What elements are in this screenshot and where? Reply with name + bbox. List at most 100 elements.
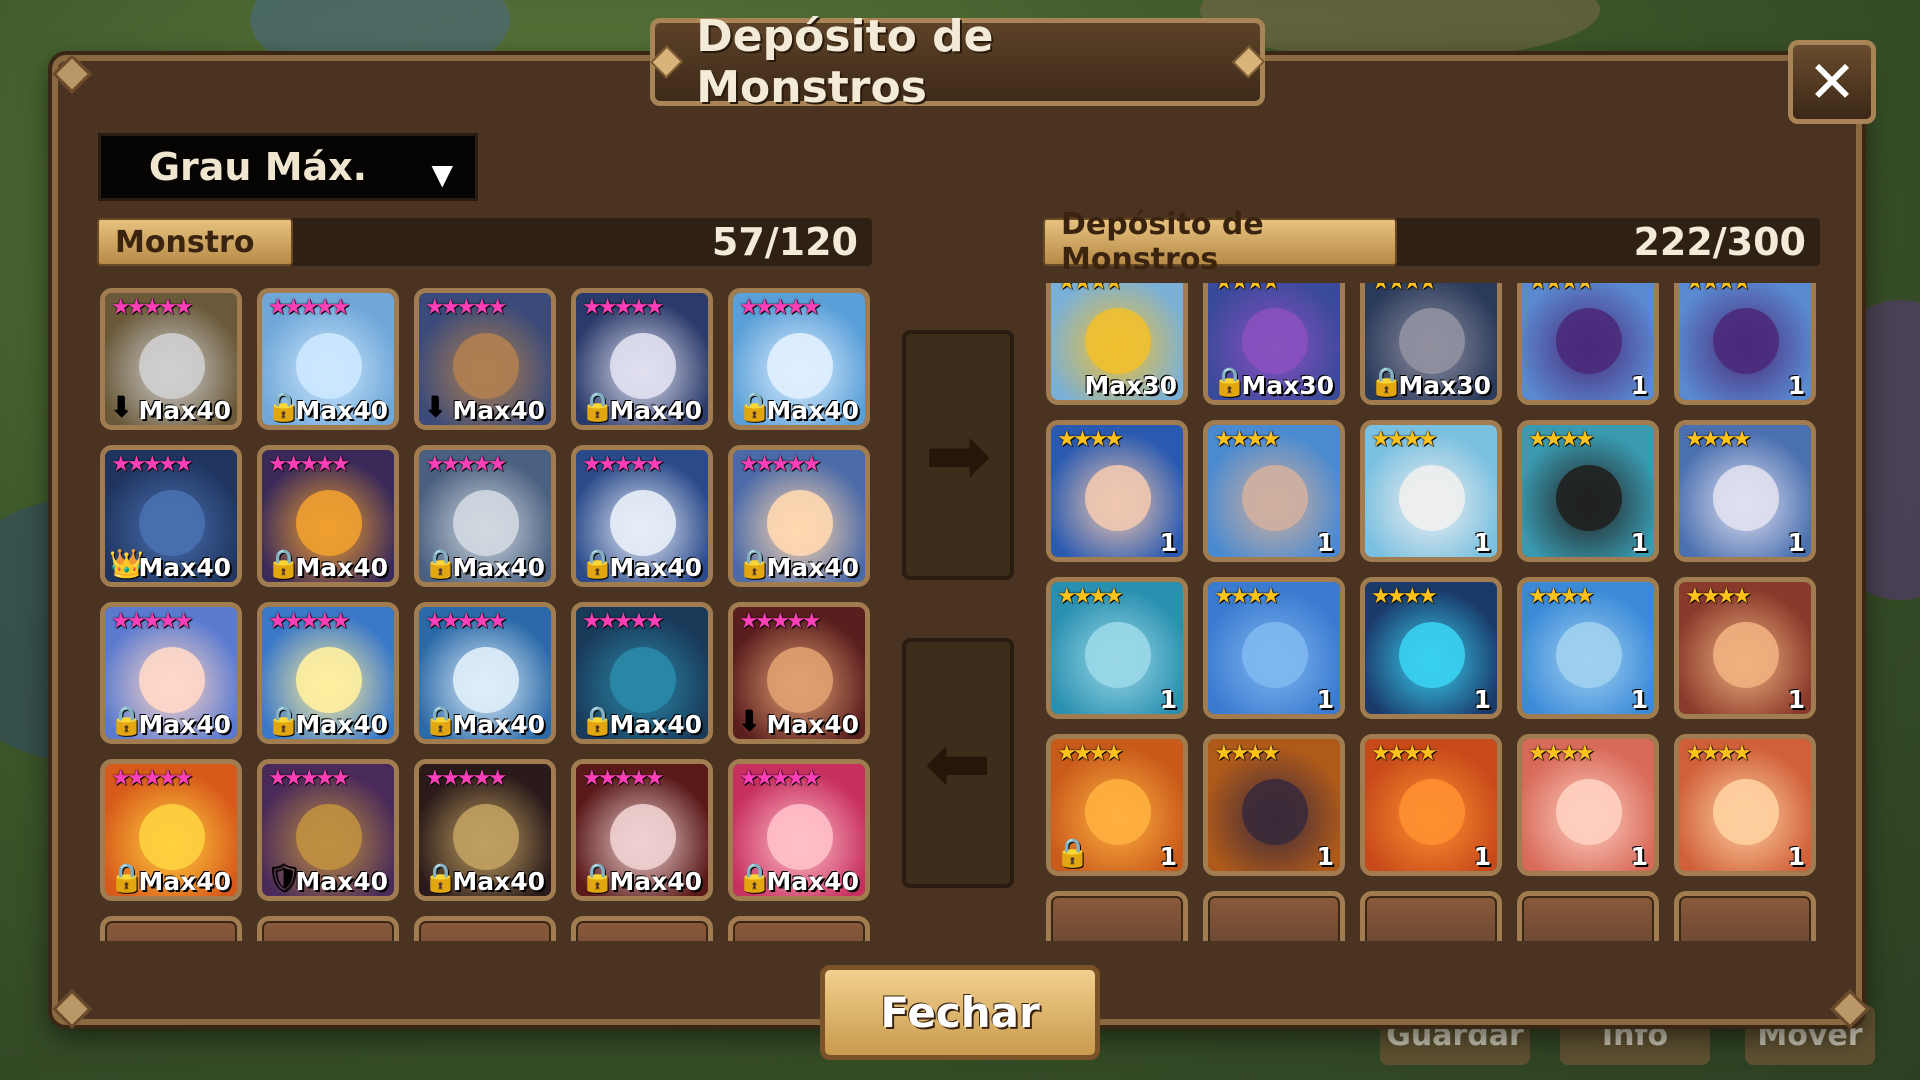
monster-card[interactable]: ★★★★★ 🔒 Max40 bbox=[414, 445, 556, 587]
monster-card[interactable]: ★★★★ 1 bbox=[1517, 420, 1659, 562]
monster-card[interactable]: ★★★★ 1 bbox=[1674, 577, 1816, 719]
star-rating: ★★★★ bbox=[1685, 283, 1752, 295]
monster-card[interactable]: ★★★★ 1 bbox=[1517, 283, 1659, 405]
monster-card[interactable]: ★★★★★ 🔒 Max40 bbox=[257, 288, 399, 430]
monster-tab[interactable]: Monstro bbox=[97, 218, 293, 266]
fechar-label: Fechar bbox=[880, 988, 1040, 1037]
level-label: 1 bbox=[1473, 685, 1491, 714]
monster-figure bbox=[1085, 308, 1151, 374]
monster-card[interactable]: ★★★★ Max30 bbox=[1046, 283, 1188, 405]
star-rating: ★★★★ bbox=[1214, 427, 1281, 452]
monster-figure bbox=[767, 804, 833, 870]
monster-card-partial[interactable] bbox=[414, 916, 556, 941]
grade-filter-dropdown[interactable]: Grau Máx. ▼ bbox=[98, 133, 478, 201]
monster-card[interactable]: ★★★★★ ⬇ Max40 bbox=[414, 288, 556, 430]
monster-card[interactable]: ★★★★ 1 bbox=[1203, 577, 1345, 719]
monster-card[interactable]: ★★★★★ 👑 Max40 bbox=[100, 445, 242, 587]
monster-card[interactable]: ★★★★★ 🔒 Max40 bbox=[728, 445, 870, 587]
monster-card[interactable]: ★★★★★ 🔒 Max40 bbox=[571, 602, 713, 744]
level-label: Max40 bbox=[295, 396, 388, 425]
star-rating: ★★★★★ bbox=[111, 609, 194, 634]
storage-list-header: Depósito de Monstros 222/300 bbox=[1043, 207, 1820, 277]
monster-card[interactable]: ★★★★★ 🛡 Max40 bbox=[257, 759, 399, 901]
monster-figure bbox=[1399, 308, 1465, 374]
move-to-storage-button[interactable]: ➡ bbox=[902, 330, 1014, 580]
monster-card[interactable]: ★★★★★ 🔒 Max40 bbox=[100, 602, 242, 744]
monster-card-partial[interactable] bbox=[1360, 891, 1502, 941]
monster-card-partial[interactable] bbox=[1674, 891, 1816, 941]
monster-card-partial[interactable] bbox=[1046, 891, 1188, 941]
monster-card[interactable]: ★★★★ 1 bbox=[1517, 734, 1659, 876]
monster-figure bbox=[1399, 779, 1465, 845]
level-label: 1 bbox=[1159, 528, 1177, 557]
monster-card[interactable]: ★★★★★ 🔒 Max40 bbox=[571, 288, 713, 430]
monster-card-partial[interactable] bbox=[257, 916, 399, 941]
monster-card[interactable]: ★★★★★ 🔒 Max40 bbox=[257, 602, 399, 744]
monster-card[interactable]: ★★★★★ 🔒 Max40 bbox=[100, 759, 242, 901]
monster-figure bbox=[1085, 465, 1151, 531]
monster-card[interactable]: ★★★★★ 🔒 Max40 bbox=[414, 602, 556, 744]
monster-figure bbox=[139, 804, 205, 870]
monster-card-partial[interactable] bbox=[100, 916, 242, 941]
monster-card[interactable]: ★★★★🔒Max30 bbox=[1360, 283, 1502, 405]
level-label: 1 bbox=[1316, 528, 1334, 557]
star-rating: ★★★★ bbox=[1057, 283, 1124, 295]
monster-card[interactable]: ★★★★ 1 bbox=[1674, 734, 1816, 876]
dropdown-selected-value: Grau Máx. bbox=[148, 145, 368, 189]
level-label: Max40 bbox=[452, 710, 545, 739]
monster-figure bbox=[296, 647, 362, 713]
monster-card[interactable]: ★★★★ 1 bbox=[1674, 420, 1816, 562]
monster-card[interactable]: ★★★★★ 🔒 Max40 bbox=[257, 445, 399, 587]
monster-card[interactable]: ★★★★ 1 bbox=[1203, 734, 1345, 876]
monster-card[interactable]: ★★★★★ ⬇ Max40 bbox=[728, 602, 870, 744]
monster-card[interactable]: ★★★★ 1 bbox=[1203, 420, 1345, 562]
level-label: 1 bbox=[1787, 685, 1805, 714]
diamond-icon bbox=[1231, 45, 1266, 79]
star-rating: ★★★★ bbox=[1528, 741, 1595, 766]
level-label: 1 bbox=[1473, 842, 1491, 871]
monster-card[interactable]: ★★★★ 1 bbox=[1517, 577, 1659, 719]
monster-card[interactable]: ★★★★★ 🔒 Max40 bbox=[571, 445, 713, 587]
level-label: Max40 bbox=[138, 867, 231, 896]
fechar-button[interactable]: Fechar bbox=[820, 965, 1100, 1060]
monster-card[interactable]: ★★★★ 1 bbox=[1674, 283, 1816, 405]
move-to-monsters-button[interactable]: ⬅ bbox=[902, 638, 1014, 888]
monster-card-partial[interactable] bbox=[1203, 891, 1345, 941]
star-rating: ★★★★ bbox=[1214, 283, 1281, 295]
monster-card-partial[interactable] bbox=[728, 916, 870, 941]
monster-card[interactable]: ★★★★★ 🔒 Max40 bbox=[414, 759, 556, 901]
monster-card[interactable]: ★★★★★ 🔒 Max40 bbox=[728, 759, 870, 901]
monster-card[interactable]: ★★★★ 1 bbox=[1360, 577, 1502, 719]
close-button[interactable]: ✕ bbox=[1788, 40, 1876, 124]
monster-card[interactable]: ★★★★★ 🔒 Max40 bbox=[728, 288, 870, 430]
monster-figure bbox=[1242, 779, 1308, 845]
star-rating: ★★★★★ bbox=[582, 452, 665, 477]
monster-card[interactable]: ★★★★ 1 bbox=[1046, 577, 1188, 719]
monster-card[interactable]: ★★★★ 1 bbox=[1360, 734, 1502, 876]
level-label: Max40 bbox=[609, 553, 702, 582]
star-rating: ★★★★★ bbox=[268, 766, 351, 791]
star-rating: ★★★★★ bbox=[739, 766, 822, 791]
monster-card-partial[interactable] bbox=[1517, 891, 1659, 941]
monster-figure bbox=[1713, 308, 1779, 374]
star-rating: ★★★★★ bbox=[582, 609, 665, 634]
monster-card[interactable]: ★★★★★ ⬇ Max40 bbox=[100, 288, 242, 430]
arrow-left-icon: ⬅ bbox=[924, 716, 992, 810]
storage-tab[interactable]: Depósito de Monstros bbox=[1043, 207, 1397, 277]
monster-figure bbox=[1085, 622, 1151, 688]
monster-card[interactable]: ★★★★🔒Max30 bbox=[1203, 283, 1345, 405]
monster-figure bbox=[1556, 779, 1622, 845]
monster-card[interactable]: ★★★★ 1 bbox=[1046, 420, 1188, 562]
level-label: 1 bbox=[1630, 685, 1648, 714]
down-arrow-icon: ⬇ bbox=[109, 390, 133, 423]
star-rating: ★★★★ bbox=[1685, 584, 1752, 609]
star-rating: ★★★★★ bbox=[268, 609, 351, 634]
monster-card[interactable]: ★★★★ 🔒 1 bbox=[1046, 734, 1188, 876]
level-label: 1 bbox=[1787, 842, 1805, 871]
star-rating: ★★★★ bbox=[1685, 427, 1752, 452]
monster-figure bbox=[453, 490, 519, 556]
monster-card[interactable]: ★★★★★ 🔒 Max40 bbox=[571, 759, 713, 901]
monster-figure bbox=[610, 804, 676, 870]
monster-card[interactable]: ★★★★ 1 bbox=[1360, 420, 1502, 562]
monster-card-partial[interactable] bbox=[571, 916, 713, 941]
